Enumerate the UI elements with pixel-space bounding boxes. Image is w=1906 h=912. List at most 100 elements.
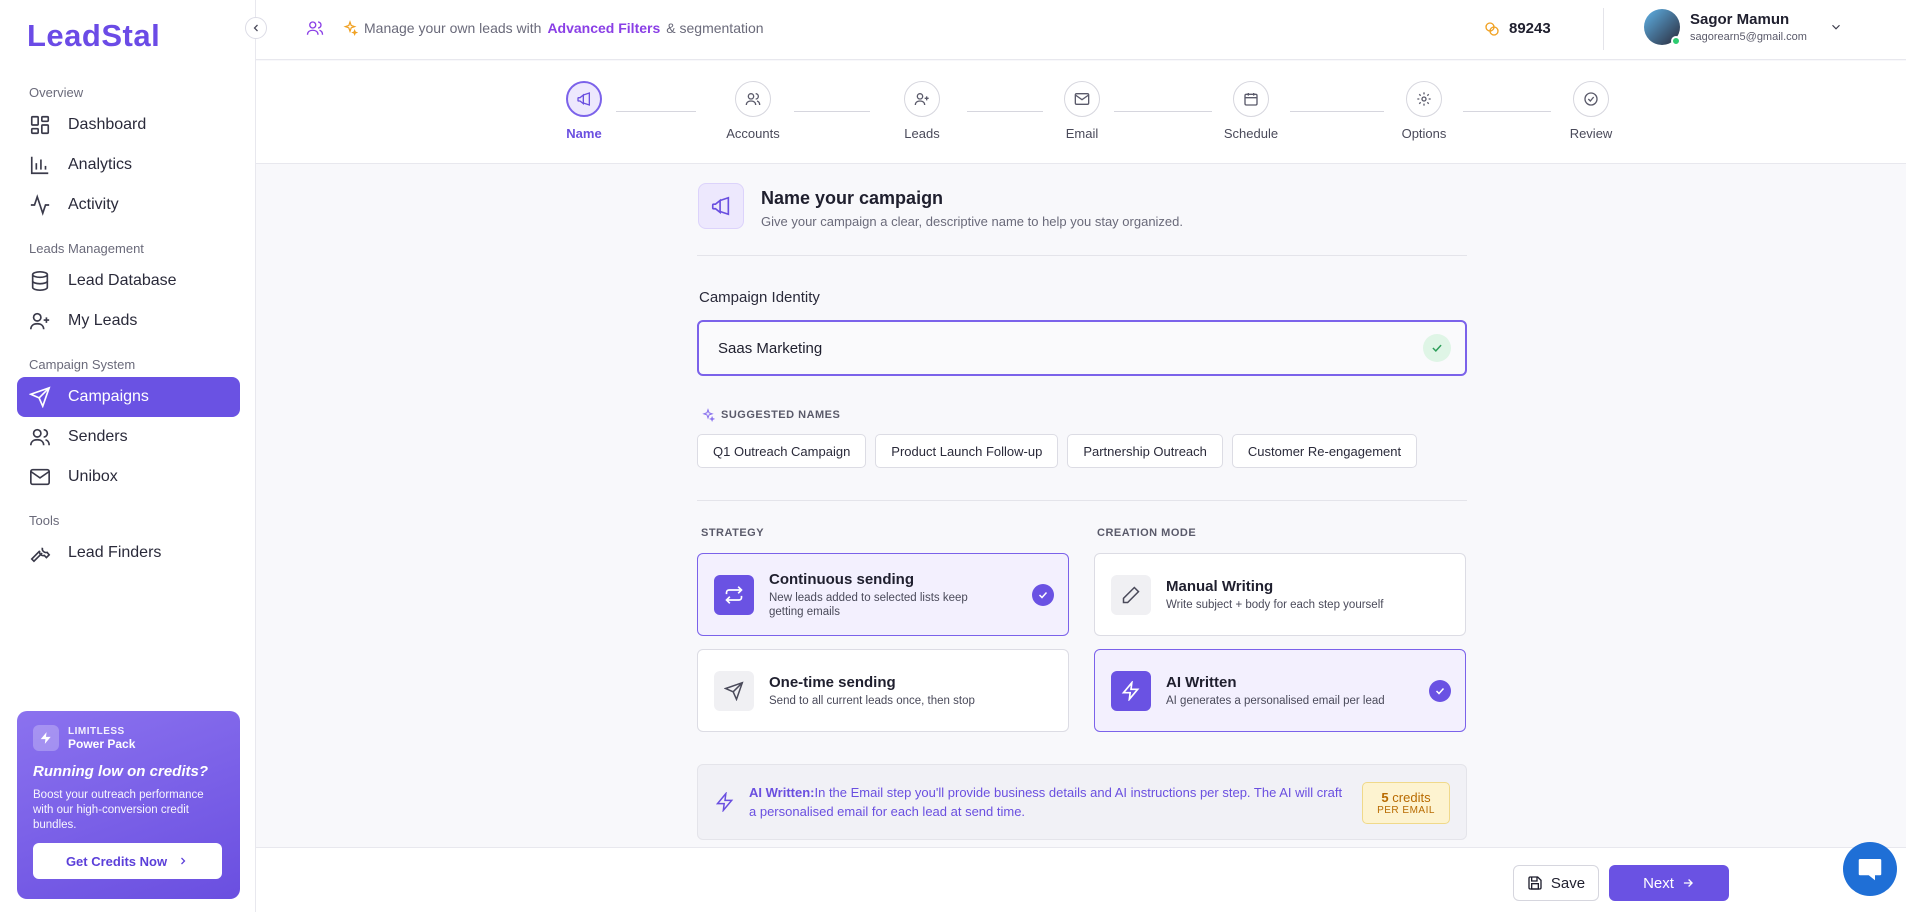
users-icon [306,19,324,37]
avatar [1644,9,1681,46]
sidebar-item-unibox[interactable]: Unibox [17,457,240,497]
strategy-continuous-card[interactable]: Continuous sending New leads added to se… [697,553,1069,636]
bar-chart-icon [29,154,51,176]
save-icon [1527,875,1551,891]
lightning-icon [33,725,59,751]
user-name: Sagor Mamun [1690,11,1790,28]
chat-icon [1855,854,1885,884]
sidebar-item-label: Analytics [68,156,133,173]
sidebar-item-lead-finders[interactable]: Lead Finders [17,533,240,573]
card-title: One-time sending [769,673,896,691]
credit-balance[interactable]: 89243 [1484,20,1551,37]
sidebar-item-campaigns[interactable]: Campaigns [17,377,240,417]
banner-prefix: Manage your own leads with [364,20,542,36]
chevron-down-icon [1829,20,1843,34]
gear-icon [1406,81,1442,117]
mode-ai-written-card[interactable]: AI Written AI generates a personalised e… [1094,649,1466,732]
suggested-names-list: Q1 Outreach Campaign Product Launch Foll… [697,434,1426,468]
page-subtitle: Give your campaign a clear, descriptive … [761,214,1184,229]
topbar-divider [1603,8,1604,50]
user-plus-icon [904,81,940,117]
get-credits-button[interactable]: Get Credits Now [33,843,222,879]
megaphone-icon [698,183,744,229]
sidebar-item-dashboard[interactable]: Dashboard [17,105,240,145]
suggested-names-label: SUGGESTED NAMES [701,408,840,422]
step-schedule[interactable]: Schedule [1206,81,1296,141]
sidebar-item-label: Lead Database [68,272,177,289]
card-description: Send to all current leads once, then sto… [769,694,975,707]
card-description: New leads added to selected lists keep g… [769,591,968,618]
lightning-icon [1111,670,1151,711]
sidebar-item-lead-database[interactable]: Lead Database [17,261,240,301]
suggested-names-text: SUGGESTED NAMES [721,409,841,421]
database-icon [29,270,51,292]
step-label: Email [1065,126,1099,141]
topbar: Manage your own leads with Advanced Filt… [256,0,1906,60]
sparkle-icon [342,20,358,36]
get-credits-label: Get Credits Now [65,853,168,869]
suggested-name-chip[interactable]: Customer Re-engagement [1231,434,1418,468]
sidebar-item-activity[interactable]: Activity [17,185,240,225]
divider [697,500,1467,501]
cost-amount: 5 [1381,790,1389,805]
power-pack-promo: LIMITLESS Power Pack Running low on cred… [17,711,240,899]
check-icon [1429,680,1451,702]
sidebar-item-senders[interactable]: Senders [17,417,240,457]
online-status-dot [1671,36,1681,46]
credit-cost-badge: 5 credits PER EMAIL [1362,782,1450,824]
mode-manual-card[interactable]: Manual Writing Write subject + body for … [1094,553,1466,636]
step-leads[interactable]: Leads [877,81,967,141]
calendar-icon [1233,81,1269,117]
section-label-tools: Tools [29,513,60,528]
suggested-name-chip[interactable]: Partnership Outreach [1067,434,1223,468]
sidebar-item-my-leads[interactable]: My Leads [17,301,240,341]
card-title: Manual Writing [1166,577,1274,595]
banner-suffix: & segmentation [666,20,764,36]
suggested-name-chip[interactable]: Q1 Outreach Campaign [697,434,867,468]
step-options[interactable]: Options [1379,81,1469,141]
campaign-name-input[interactable]: Saas Marketing [697,320,1467,376]
sidebar: LeadStal Overview Dashboard Analytics Ac… [0,0,256,912]
app-logo[interactable]: LeadStal [27,18,160,54]
section-label-campaign-system: Campaign System [29,357,136,372]
sidebar-collapse-button[interactable] [245,17,267,39]
card-description: Write subject + body for each step yours… [1166,598,1384,611]
promo-name: Power Pack [68,736,136,751]
chevron-right-icon [177,855,189,867]
next-button[interactable]: Next [1609,865,1729,901]
step-accounts[interactable]: Accounts [708,81,798,141]
campaign-name-value: Saas Marketing [718,339,823,357]
user-email: sagorearn5@gmail.com [1690,31,1807,43]
info-body: In the Email step you'll provide busines… [749,785,1343,819]
step-connector [794,111,870,112]
step-label: Review [1569,126,1613,141]
banner-highlight[interactable]: Advanced Filters [547,20,660,36]
step-label: Name [566,126,602,141]
users-icon [29,426,51,448]
strategy-onetime-card[interactable]: One-time sending Send to all current lea… [697,649,1069,732]
promo-banner: Manage your own leads with Advanced Filt… [306,19,764,37]
promo-small-label: LIMITLESS [68,725,125,737]
card-title: Continuous sending [769,570,914,588]
user-menu[interactable]: Sagor Mamun sagorearn5@gmail.com [1644,9,1843,46]
megaphone-icon [566,81,602,117]
suggested-name-chip[interactable]: Product Launch Follow-up [875,434,1059,468]
step-label: Leads [904,126,940,141]
user-plus-icon [29,310,51,332]
step-label: Accounts [726,126,780,141]
step-email[interactable]: Email [1037,81,1127,141]
creation-mode-label: CREATION MODE [1097,527,1197,539]
check-icon [1032,584,1054,606]
sidebar-item-analytics[interactable]: Analytics [17,145,240,185]
sidebar-item-label: Campaigns [68,388,149,405]
check-circle-icon [1573,81,1609,117]
chat-widget-button[interactable] [1843,842,1897,896]
pen-icon [1111,574,1151,615]
dashboard-icon [29,114,51,136]
credit-count: 89243 [1509,20,1551,37]
step-name[interactable]: Name [539,81,629,141]
promo-description: Boost your outreach performance with our… [33,789,204,831]
step-label: Schedule [1223,126,1279,141]
save-button[interactable]: Save [1513,865,1599,901]
step-review[interactable]: Review [1546,81,1636,141]
